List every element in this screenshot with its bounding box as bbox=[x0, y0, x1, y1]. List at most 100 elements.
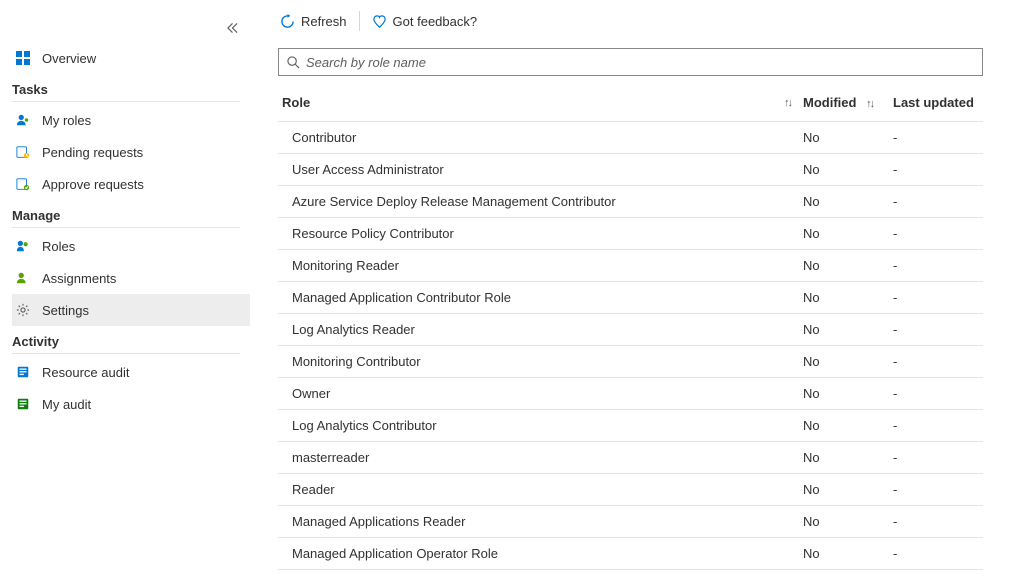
feedback-button[interactable]: Got feedback? bbox=[370, 10, 480, 33]
cell-modified: No bbox=[803, 546, 893, 561]
sidebar-item[interactable]: Roles bbox=[12, 230, 250, 262]
cell-modified: No bbox=[803, 194, 893, 209]
cell-updated: - bbox=[893, 130, 983, 145]
cell-role: Resource Policy Contributor bbox=[278, 226, 803, 241]
cell-role-text: Resource Policy Contributor bbox=[292, 226, 454, 241]
cell-role-text: Owner bbox=[292, 386, 330, 401]
column-header-modified[interactable]: Modified ↑↓ bbox=[803, 95, 893, 110]
table-row[interactable]: Monitoring ContributorNo- bbox=[278, 346, 983, 378]
table-row[interactable]: ReaderNo- bbox=[278, 474, 983, 506]
cell-modified: No bbox=[803, 258, 893, 273]
table-row[interactable]: Resource Policy Contributor No- bbox=[278, 218, 983, 250]
toolbar: Refresh Got feedback? bbox=[278, 0, 983, 42]
sidebar-item[interactable]: Pending requests bbox=[12, 136, 250, 168]
cell-modified: No bbox=[803, 450, 893, 465]
sidebar-item[interactable]: Approve requests bbox=[12, 168, 250, 200]
table-row[interactable]: Monitoring Reader No- bbox=[278, 250, 983, 282]
cell-role-text: User Access Administrator bbox=[292, 162, 444, 177]
sort-icon[interactable]: ↑↓ bbox=[860, 98, 885, 110]
cell-role: Owner bbox=[278, 386, 803, 401]
cell-updated: - bbox=[893, 418, 983, 433]
sidebar-item-overview[interactable]: Overview bbox=[12, 42, 250, 74]
assignments-icon bbox=[16, 271, 36, 285]
sidebar-item-label: Overview bbox=[42, 51, 96, 66]
cell-role: masterreader bbox=[278, 450, 803, 465]
cell-modified: No bbox=[803, 418, 893, 433]
table-row[interactable]: ContributorNo- bbox=[278, 122, 983, 154]
cell-updated: - bbox=[893, 322, 983, 337]
roles-icon bbox=[16, 239, 36, 253]
my-audit-icon bbox=[16, 397, 36, 411]
cell-role: Monitoring Contributor bbox=[278, 354, 803, 369]
refresh-label: Refresh bbox=[301, 14, 347, 29]
table-row[interactable]: Managed Application Contributor RoleNo- bbox=[278, 282, 983, 314]
sidebar-section-title: Tasks bbox=[12, 74, 240, 102]
cell-updated: - bbox=[893, 226, 983, 241]
sidebar-item[interactable]: My roles bbox=[12, 104, 250, 136]
table-row[interactable]: Azure Service Deploy Release Management … bbox=[278, 186, 983, 218]
cell-updated: - bbox=[893, 162, 983, 177]
cell-role: Azure Service Deploy Release Management … bbox=[278, 194, 803, 209]
sidebar-item[interactable]: Assignments bbox=[12, 262, 250, 294]
column-header-updated[interactable]: Last updated bbox=[893, 95, 983, 110]
main-content: Refresh Got feedback? Role ↑↓ bbox=[250, 0, 1011, 587]
cell-role: Log Analytics Reader bbox=[278, 322, 803, 337]
overview-icon bbox=[16, 51, 36, 65]
cell-role-text: Monitoring Reader bbox=[292, 258, 399, 273]
sidebar-section-title: Manage bbox=[12, 200, 240, 228]
cell-role: Contributor bbox=[278, 130, 803, 145]
refresh-button[interactable]: Refresh bbox=[278, 10, 349, 33]
search-box[interactable] bbox=[278, 48, 983, 76]
feedback-label: Got feedback? bbox=[393, 14, 478, 29]
sidebar-item-label: Settings bbox=[42, 303, 89, 318]
cell-modified: No bbox=[803, 514, 893, 529]
table-row[interactable]: Log Analytics ContributorNo- bbox=[278, 410, 983, 442]
cell-role-text: Azure Service Deploy Release Management … bbox=[292, 194, 616, 209]
column-header-role[interactable]: Role ↑↓ bbox=[278, 95, 803, 110]
table-row[interactable]: masterreaderNo- bbox=[278, 442, 983, 474]
cell-updated: - bbox=[893, 386, 983, 401]
cell-role-text: Reader bbox=[292, 482, 335, 497]
cell-modified: No bbox=[803, 290, 893, 305]
cell-role-text: Managed Applications Reader bbox=[292, 514, 465, 529]
cell-updated: - bbox=[893, 258, 983, 273]
sidebar-item-label: My roles bbox=[42, 113, 91, 128]
column-header-modified-label: Modified bbox=[803, 95, 856, 110]
pending-icon bbox=[16, 145, 36, 159]
cell-updated: - bbox=[893, 514, 983, 529]
sidebar-item-label: Assignments bbox=[42, 271, 116, 286]
cell-updated: - bbox=[893, 194, 983, 209]
heart-icon bbox=[372, 14, 387, 29]
sidebar: Overview Tasks My roles Pending requests Ap… bbox=[0, 0, 250, 587]
table-row[interactable]: Owner No- bbox=[278, 378, 983, 410]
sidebar-item[interactable]: My audit bbox=[12, 388, 250, 420]
sort-icon[interactable]: ↑↓ bbox=[784, 97, 803, 109]
cell-modified: No bbox=[803, 386, 893, 401]
sidebar-item-label: Resource audit bbox=[42, 365, 129, 380]
sidebar-item[interactable]: Settings bbox=[12, 294, 250, 326]
cell-role: Reader bbox=[278, 482, 803, 497]
person-role-icon bbox=[16, 113, 36, 127]
cell-modified: No bbox=[803, 354, 893, 369]
table-row[interactable]: User Access AdministratorNo- bbox=[278, 154, 983, 186]
table-row[interactable]: Log Analytics ReaderNo- bbox=[278, 314, 983, 346]
table-row[interactable]: Managed Application Operator RoleNo- bbox=[278, 538, 983, 570]
search-input[interactable] bbox=[306, 55, 974, 70]
cell-modified: No bbox=[803, 226, 893, 241]
resource-audit-icon bbox=[16, 365, 36, 379]
cell-role-text: Monitoring Contributor bbox=[292, 354, 421, 369]
sidebar-section-title: Activity bbox=[12, 326, 240, 354]
sidebar-item-label: Approve requests bbox=[42, 177, 144, 192]
cell-updated: - bbox=[893, 290, 983, 305]
sidebar-item[interactable]: Resource audit bbox=[12, 356, 250, 388]
table-row[interactable]: Managed Applications Reader No- bbox=[278, 506, 983, 538]
collapse-sidebar-button[interactable] bbox=[227, 22, 238, 34]
cell-role-text: Log Analytics Reader bbox=[292, 322, 415, 337]
cell-role: Managed Applications Reader bbox=[278, 514, 803, 529]
cell-role: Log Analytics Contributor bbox=[278, 418, 803, 433]
search-icon bbox=[287, 56, 300, 69]
column-header-role-label: Role bbox=[282, 95, 310, 110]
approve-icon bbox=[16, 177, 36, 191]
cell-updated: - bbox=[893, 546, 983, 561]
cell-modified: No bbox=[803, 482, 893, 497]
